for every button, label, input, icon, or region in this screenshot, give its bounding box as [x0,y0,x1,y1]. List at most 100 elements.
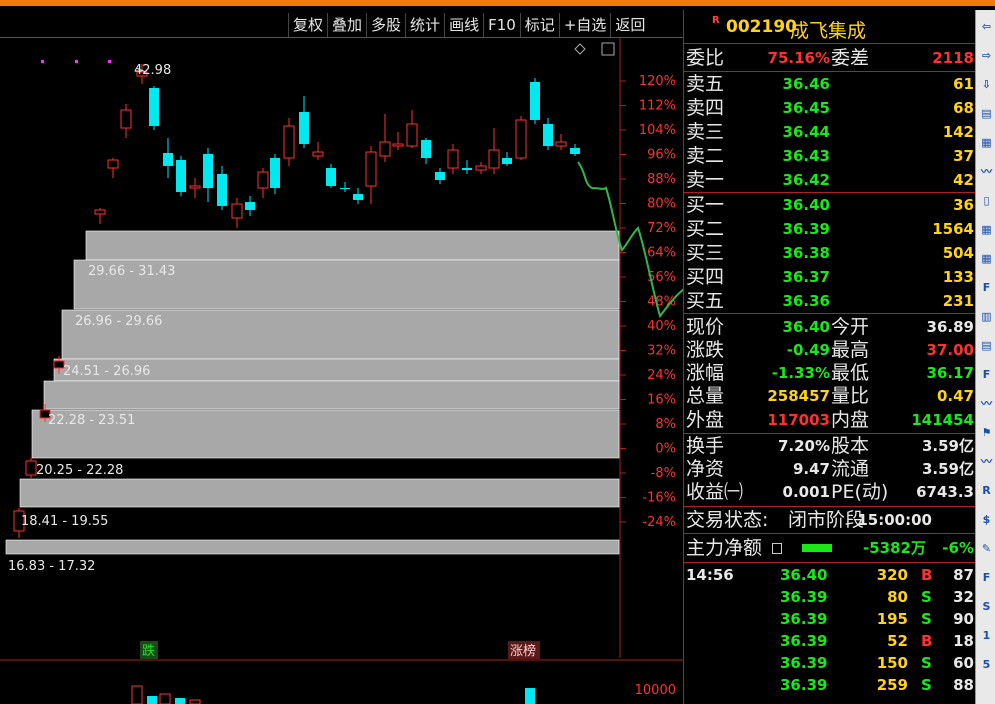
candle-body [257,171,269,189]
trend-icon[interactable]: 〰 [978,453,995,471]
kline-icon[interactable]: ▤ [978,105,995,123]
fuquan-button[interactable]: 复权 [288,13,327,37]
trade-row[interactable]: 36.39 52 B 18 [684,630,976,652]
bid-row-3[interactable]: 买三 36.38 504 [684,241,976,265]
bid-price: 36.40 [782,196,830,214]
zhangdie-value: -0.49 [786,341,830,359]
grid-icon[interactable]: ▦ [978,221,995,239]
bid-label: 买四 [686,266,725,288]
ask-volume: 68 [953,99,974,117]
price-range-label: 24.51 - 26.96 [63,364,150,379]
fs-icon[interactable]: F [978,366,995,384]
trade-count: 88 [953,676,974,694]
diamond-icon [574,43,586,55]
bid-row-5[interactable]: 买五 36.36 231 [684,289,976,313]
volume-profile-bar [43,380,620,410]
money-icon[interactable]: $ [978,511,995,529]
trade-row[interactable]: 36.39 259 S 88 [684,674,976,696]
bid-price: 36.39 [782,220,830,238]
flag2-icon[interactable]: ⚑ [978,424,995,442]
shouyi-value: 0.001 [782,483,830,501]
trade-row[interactable]: 36.39 80 S 32 [684,586,976,608]
rs-icon[interactable]: R [978,482,995,500]
trade-row[interactable]: 14:56 36.40 320 B 87 [684,564,976,586]
trade-price: 36.39 [780,610,828,628]
candle-body [231,203,243,219]
candle-body [245,202,255,210]
candle-body [25,460,37,476]
ask-label: 卖五 [686,73,725,95]
mark-button[interactable]: 标记 [519,13,559,37]
kline-chart-canvas[interactable]: 120%112%104%96%88%80%72%64%56%48%40%32%2… [0,38,683,704]
pct-axis-label: 120% [639,74,676,89]
candle-body [379,141,391,157]
bid-row-1[interactable]: 买一 36.40 36 [684,193,976,217]
status-time: 15:00:00 [857,511,932,529]
ask-row-3[interactable]: 卖三 36.44 142 [684,120,976,144]
chart-icon[interactable]: ▥ [978,308,995,326]
zongliang-value: 258457 [767,387,830,405]
back-icon[interactable]: ⇦ [978,18,995,36]
list-icon[interactable] [772,543,782,554]
pen-icon[interactable]: ✎ [978,540,995,558]
rank-tag: 涨榜 [510,643,536,659]
candle-body [283,125,295,159]
grid-icon[interactable]: ▦ [978,250,995,268]
down-icon[interactable]: ⇩ [978,76,995,94]
pct-axis-label: 64% [647,246,676,261]
margin-badge: R [712,15,720,26]
forward-icon[interactable]: ⇨ [978,47,995,65]
trade-price: 36.39 [780,654,828,672]
ask-row-5[interactable]: 卖五 36.46 61 [684,72,976,96]
table-icon[interactable]: ▦ [978,134,995,152]
jingzi-value: 9.47 [792,460,830,478]
statistics-button[interactable]: 统计 [405,13,444,37]
fi-icon[interactable]: F [978,279,995,297]
trade-side: S [921,588,932,606]
ask-label: 卖一 [686,169,725,191]
bid-volume: 1564 [932,220,974,238]
ask-volume: 142 [942,123,974,141]
bid-row-2[interactable]: 买二 36.39 1564 [684,217,976,241]
five-icon[interactable]: 5 [978,656,995,674]
status-row: 交易状态: 闭市阶段 15:00:00 [684,508,976,532]
price-range-label: 20.25 - 22.28 [36,463,123,478]
ask-row-2[interactable]: 卖二 36.43 37 [684,144,976,168]
xianjia-value: 36.40 [782,318,830,336]
overlay-button[interactable]: 叠加 [327,13,366,37]
one-icon[interactable]: 1 [978,627,995,645]
candle-icon[interactable]: ▯ [978,192,995,210]
ask-label: 卖三 [686,121,725,143]
trade-row[interactable]: 36.39 195 S 90 [684,608,976,630]
candle-body [270,158,280,188]
kline-chart[interactable]: 120% 112% 104% 96% 88% 80% 72% 64% 56% 48% 40% 32% 2… [0,38,683,704]
candle-body [502,158,512,164]
bid-volume: 133 [942,268,974,286]
pct-axis-label: 16% [647,393,676,408]
trade-row[interactable]: 36.39 150 S 60 [684,652,976,674]
line-icon[interactable]: 〰 [978,163,995,181]
jinkai-label: 今开 [831,316,870,338]
jinkai-value: 36.89 [926,318,974,336]
window-icon [601,42,615,56]
s-icon[interactable]: S [978,598,995,616]
pe-value: 6743.3 [916,483,974,501]
back-button[interactable]: 返回 [610,13,649,37]
flag-icon[interactable]: ▤ [978,337,995,355]
f10-button[interactable]: F10 [483,13,520,37]
add-watchlist-button[interactable]: +自选 [558,13,611,37]
ask-row-4[interactable]: 卖四 36.45 68 [684,96,976,120]
zhuli-pct: -6% [942,539,974,557]
multi-stock-button[interactable]: 多股 [366,13,405,37]
trade-side: S [921,676,932,694]
candle-body [299,112,309,144]
draw-line-button[interactable]: 画线 [444,13,483,37]
candle-body [392,143,404,147]
chart2-icon[interactable]: 〰 [978,395,995,413]
bid-row-4[interactable]: 买四 36.37 133 [684,265,976,289]
fs2-icon[interactable]: F [978,569,995,587]
tool-icon-strip: ⇦ ⇨ ⇩ ▤ ▦ 〰 ▯ ▦ ▦ F ▥ ▤ F 〰 ⚑ 〰 R $ ✎ F S 1 5 [975,10,995,704]
zhuli-row[interactable]: 主力净额 -5382万 -6% [684,536,976,560]
ask-label: 卖四 [686,97,725,119]
ask-row-1[interactable]: 卖一 36.42 42 [684,168,976,192]
